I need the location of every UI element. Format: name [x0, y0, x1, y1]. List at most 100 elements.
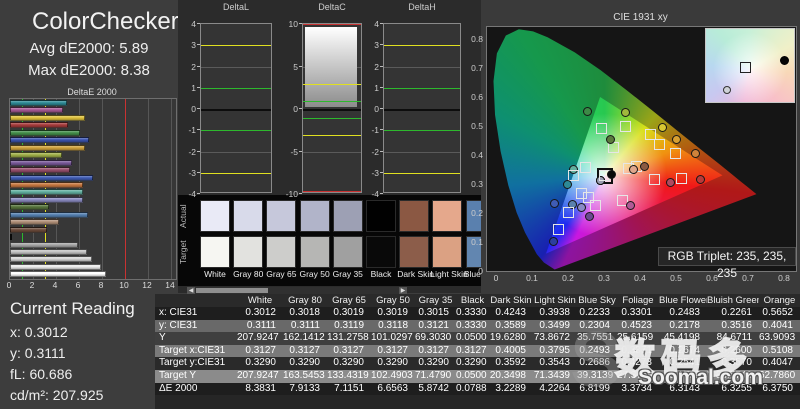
tick-mark: [380, 65, 383, 67]
axis-tick-label: -10: [285, 189, 298, 199]
table-cell: 0.3795: [539, 344, 570, 356]
tick-mark: [197, 171, 200, 173]
cie-measured-green: [582, 107, 592, 116]
target-swatch-light-skin: [432, 236, 463, 268]
table-cell: 163.5453: [283, 370, 325, 381]
cie-measured-yellow: [657, 122, 667, 132]
row-label: x: CIE31: [159, 307, 198, 318]
deltae-bar-purplish-blue: [10, 174, 94, 181]
tick-mark: [380, 108, 383, 109]
table-cell: 0.3127: [418, 344, 449, 356]
row-label: Target x:CIE31: [159, 344, 226, 356]
column-header: White: [247, 295, 273, 306]
mini-chart-title: DeltaL: [222, 2, 249, 12]
deltae-bar-purple: [10, 159, 72, 166]
swatch-label: Gray 50: [299, 269, 330, 279]
swatch-label: Gray 65: [266, 269, 297, 279]
deltae-bar-gray-50: [10, 249, 87, 255]
column-header: Gray 35: [418, 295, 453, 306]
table-cell: 7.1151: [334, 382, 364, 394]
target-swatch-dark-skin: [399, 236, 430, 268]
table-cell: 0.2233: [579, 307, 610, 318]
table-cell: 0.3118: [378, 319, 408, 331]
tick-mark: [380, 150, 383, 152]
table-header-row: White Gray 80 Gray 65 Gray 50 Gray 35 Black Da…: [155, 294, 800, 307]
table-cell: 39.3139: [577, 370, 614, 381]
table-cell: 0.4523: [621, 319, 652, 331]
swatch-row-label: Actual: [178, 204, 188, 228]
table-cell: 45.4198: [663, 332, 700, 344]
deltae-bar-light-skin: [10, 219, 59, 226]
deltae-bar-blue-flower: [10, 196, 83, 203]
deltae-bar-black: [10, 234, 12, 241]
scroll-right-icon[interactable]: ▶: [399, 287, 407, 294]
actual-swatch-black: [366, 200, 396, 232]
table-cell: 0.2304: [579, 319, 610, 331]
table-cell: 0.3543: [539, 357, 570, 369]
gridline: [201, 66, 271, 68]
tick-mark: [299, 23, 302, 24]
table-cell: 8.3831: [245, 382, 276, 394]
table-cell: 0.3121: [418, 319, 449, 331]
table-cell: 0.0500: [456, 332, 487, 344]
deltae-bar-white: [10, 271, 107, 278]
scrollbar-thumb[interactable]: [196, 288, 268, 293]
current-reading-line: fL: 60.686: [10, 366, 73, 382]
reference-line-red: [303, 191, 361, 192]
inset-target-marker: [740, 62, 751, 73]
actual-swatch-gray-35: [332, 200, 363, 232]
table-cell: 0.2686: [579, 357, 610, 369]
swatch-label: Black: [370, 269, 392, 279]
table-cell: 207.9247: [237, 332, 279, 344]
table-cell: 0.3018: [289, 307, 320, 318]
axis-tick-label: 4: [52, 280, 58, 290]
tick-mark: [299, 108, 302, 109]
table-cell: 5.8742: [418, 382, 449, 394]
table-cell: 0.3570: [721, 357, 752, 369]
tick-mark: [197, 150, 200, 152]
table-cell: 162.1412: [283, 332, 325, 344]
table-row: y: CIE31 0.3111 0.3111 0.3119 0.3118 0.3121 0.…: [155, 319, 800, 333]
deltae-bar-yellow: [10, 114, 86, 121]
column-header: Orange: [763, 295, 796, 306]
swatch-scrollbar[interactable]: ◀ ▶: [187, 287, 407, 294]
scroll-left-icon[interactable]: ◀: [187, 287, 195, 294]
deltae-bar-bluish-green: [10, 189, 83, 196]
table-cell: 88.5740: [715, 370, 752, 381]
current-reading-line: cd/m²: 207.925: [10, 387, 104, 403]
table-cell: 0.3119: [334, 319, 364, 331]
tick-mark: [299, 193, 302, 194]
column-header: Blue Sky: [578, 295, 616, 306]
column-header: Dark Skin: [490, 295, 532, 306]
deltae-bar-gray-80: [10, 263, 101, 270]
table-cell: 0.3127: [377, 344, 408, 356]
table-cell: 84.6711: [716, 332, 752, 344]
table-cell: 0.3330: [456, 307, 487, 318]
table-cell: 0.3019: [333, 307, 364, 318]
row-label: Y: [159, 332, 166, 344]
axis-tick-label: -2: [188, 146, 196, 157]
zero-line: [384, 108, 460, 111]
axis-tick-label: 1: [191, 82, 196, 93]
cie-target-yellow-green: [619, 120, 631, 132]
table-row: x: CIE31 0.3012 0.3018 0.3019 0.3019 0.3015 0.…: [155, 307, 800, 320]
cie-target-red: [676, 173, 688, 185]
tick-mark: [380, 86, 383, 88]
mini-chart-deltah: [383, 23, 461, 193]
actual-swatch-dark-skin: [399, 200, 430, 232]
table-cell: 73.8672: [533, 332, 570, 344]
deltae-bar-blue: [10, 137, 89, 144]
reference-line-green: [201, 87, 271, 89]
table-cell: 0.2541: [669, 357, 700, 369]
row-label: y: CIE31: [159, 319, 198, 331]
deltae-bar-orange: [10, 181, 84, 188]
target-swatch-black: [366, 236, 396, 268]
table-cell: 0.3127: [333, 344, 364, 356]
table-cell: 62.7860: [759, 370, 796, 381]
table-cell: 0.2483: [669, 307, 700, 318]
table-cell: 0.2674: [669, 344, 700, 356]
cie-target-orange: [670, 148, 682, 160]
axis-tick-label: 8: [98, 280, 104, 290]
table-cell: 0.3290: [456, 357, 487, 369]
column-header: Gray 50: [376, 295, 410, 306]
